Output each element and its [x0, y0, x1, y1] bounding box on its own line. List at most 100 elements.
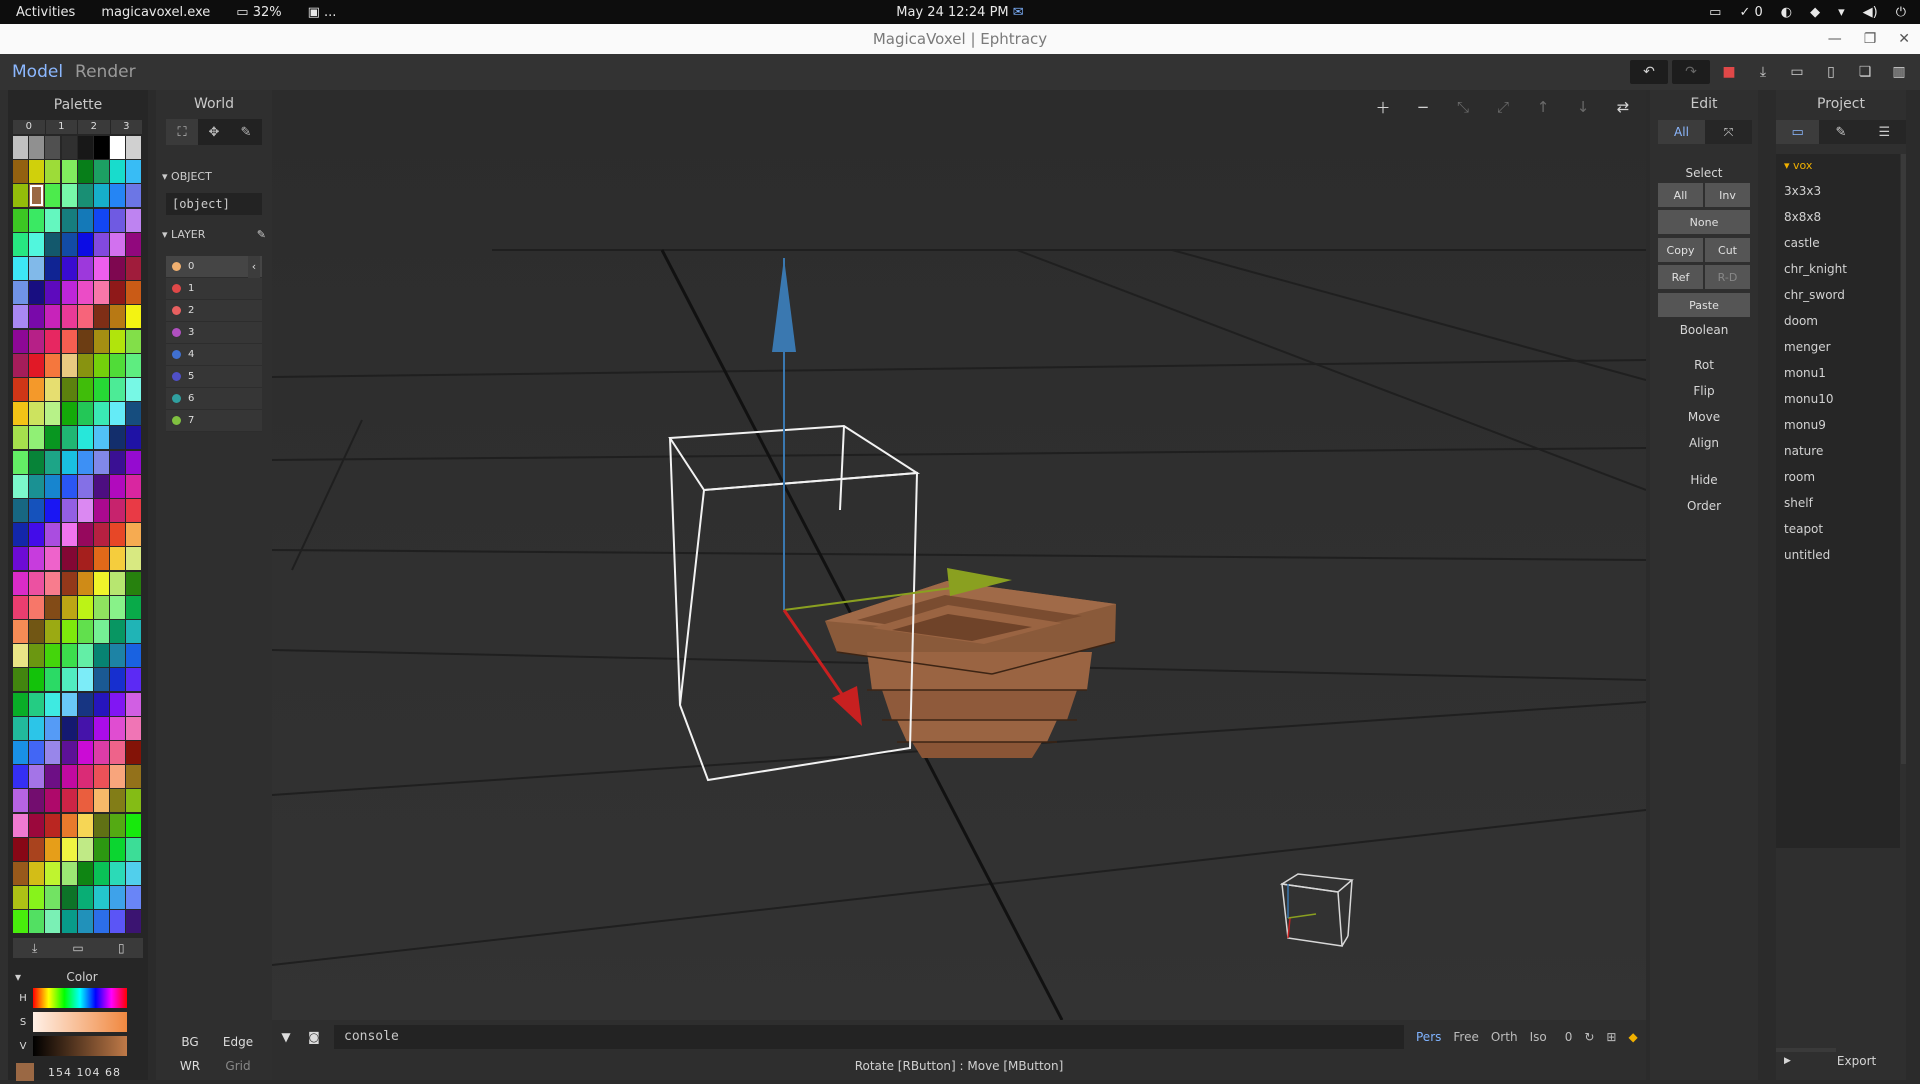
layer-color-dot[interactable]	[172, 416, 181, 425]
palette-swatch[interactable]	[126, 402, 142, 426]
palette-swatch[interactable]	[110, 160, 126, 184]
palette-swatch[interactable]	[13, 668, 28, 692]
palette-swatch[interactable]	[13, 281, 28, 305]
new-button[interactable]: ▯	[1816, 60, 1846, 84]
palette-swatch[interactable]	[45, 789, 61, 813]
palette-swatch[interactable]	[45, 160, 61, 184]
palette-swatch[interactable]	[126, 499, 142, 522]
minimize-icon[interactable]: —	[1828, 31, 1842, 47]
check-indicator[interactable]: ✓ 0	[1739, 5, 1762, 20]
palette-swatch[interactable]	[94, 547, 109, 571]
project-scrollbar[interactable]	[1901, 154, 1906, 764]
palette-swatch[interactable]	[77, 595, 93, 619]
app-menu[interactable]: magicavoxel.exe	[101, 5, 210, 20]
layer-section-header[interactable]: ▾ LAYER ✎	[162, 228, 266, 241]
edit-fit-tab[interactable]: ⤧	[1705, 120, 1752, 144]
palette-swatch[interactable]	[77, 765, 93, 789]
battery-indicator[interactable]: ▭ 32%	[236, 5, 281, 20]
palette-swatch[interactable]	[126, 789, 142, 813]
export-section[interactable]: ▶ Export	[1776, 1048, 1906, 1074]
cut-button[interactable]: Cut	[1705, 238, 1750, 262]
hide-button[interactable]: Hide	[1650, 473, 1758, 487]
palette-swatch[interactable]	[61, 450, 77, 474]
palette-swatch[interactable]	[61, 305, 77, 329]
palette-swatch[interactable]	[77, 523, 93, 547]
palette-swatch[interactable]	[77, 136, 93, 159]
palette-swatch[interactable]	[110, 329, 126, 353]
project-folder-tab[interactable]: ▭	[1776, 120, 1820, 144]
palette-swatch[interactable]	[126, 329, 142, 353]
palette-swatch[interactable]	[126, 257, 142, 280]
palette-swatch[interactable]	[94, 281, 109, 305]
zoom-in-button[interactable]: ＋	[1368, 96, 1398, 118]
palette-swatch[interactable]	[126, 232, 142, 256]
palette-swatch[interactable]	[61, 644, 77, 668]
palette-swatch[interactable]	[61, 789, 77, 813]
palette-swatch[interactable]	[77, 644, 93, 668]
selected-color-swatch[interactable]	[16, 1063, 34, 1081]
palette-swatch[interactable]	[13, 692, 28, 716]
import-button[interactable]: ⤓	[1748, 60, 1778, 84]
palette-swatch[interactable]	[110, 523, 126, 547]
palette-swatch[interactable]	[61, 426, 77, 450]
palette-swatch[interactable]	[45, 281, 61, 305]
palette-swatch[interactable]	[61, 499, 77, 522]
console-toggle-button[interactable]: ▼	[272, 1024, 300, 1050]
3d-viewport[interactable]: ＋ − ⤡ ⤢ ↑ ↓ ⇄ ▼ ◙ console Pers Free Orth Is…	[272, 90, 1646, 1080]
save-button[interactable]: ■	[1714, 60, 1744, 84]
palette-swatch[interactable]	[29, 741, 45, 764]
palette-swatch[interactable]	[61, 886, 77, 910]
vox-folder[interactable]: ▾ vox	[1776, 154, 1900, 178]
palette-swatch[interactable]	[126, 862, 142, 885]
layer-color-dot[interactable]	[172, 262, 181, 271]
palette-swatch[interactable]	[13, 257, 28, 280]
select-all-button[interactable]: All	[1658, 183, 1703, 207]
palette-swatch[interactable]	[13, 571, 28, 595]
palette-swatch[interactable]	[61, 160, 77, 184]
palette-swatch[interactable]	[94, 620, 109, 643]
palette-import-button[interactable]: ⤓	[13, 938, 56, 958]
zoom-out-button[interactable]: −	[1408, 96, 1438, 118]
object-name-field[interactable]: [object]	[166, 193, 262, 215]
palette-swatch[interactable]	[110, 232, 126, 256]
palette-swatch[interactable]	[94, 595, 109, 619]
palette-swatch[interactable]	[13, 499, 28, 522]
palette-swatch[interactable]	[61, 910, 77, 934]
palette-swatch[interactable]	[13, 305, 28, 329]
screenshot-button[interactable]: ◙	[300, 1024, 328, 1050]
palette-swatch[interactable]	[110, 886, 126, 910]
ref-button[interactable]: Ref	[1658, 265, 1703, 289]
palette-swatch[interactable]	[13, 813, 28, 837]
palette-swatch[interactable]	[29, 765, 45, 789]
palette-swatch[interactable]	[94, 741, 109, 764]
palette-swatch[interactable]	[110, 353, 126, 377]
restore-icon[interactable]: ❐	[1864, 31, 1877, 47]
palette-swatch[interactable]	[110, 402, 126, 426]
palette-swatch[interactable]	[110, 571, 126, 595]
palette-swatch[interactable]	[110, 644, 126, 668]
palette-swatch[interactable]	[110, 837, 126, 861]
redo-button[interactable]: ↷	[1672, 60, 1710, 84]
palette-swatch[interactable]	[61, 547, 77, 571]
select-none-button[interactable]: None	[1658, 210, 1750, 234]
palette-swatch[interactable]	[110, 716, 126, 740]
palette-swatch[interactable]	[77, 353, 93, 377]
palette-swatch[interactable]	[29, 450, 45, 474]
palette-swatch[interactable]	[29, 208, 45, 232]
rgb-values[interactable]: 154 104 68	[48, 1066, 121, 1079]
layer-color-dot[interactable]	[172, 284, 181, 293]
palette-swatch[interactable]	[45, 886, 61, 910]
palette-swatch[interactable]	[94, 208, 109, 232]
zoom-value[interactable]: 0	[1559, 1025, 1579, 1049]
palette-swatch[interactable]	[77, 281, 93, 305]
palette-swatch[interactable]	[45, 716, 61, 740]
chevron-left-icon[interactable]: ‹	[248, 256, 260, 278]
palette-swatch[interactable]	[94, 426, 109, 450]
palette-swatch[interactable]	[29, 136, 45, 159]
palette-swatch[interactable]	[126, 160, 142, 184]
palette-swatch[interactable]	[110, 305, 126, 329]
reset-view-button[interactable]: ↻	[1578, 1025, 1600, 1049]
palette-swatch[interactable]	[94, 160, 109, 184]
palette-swatch[interactable]	[45, 232, 61, 256]
palette-swatch[interactable]	[126, 281, 142, 305]
